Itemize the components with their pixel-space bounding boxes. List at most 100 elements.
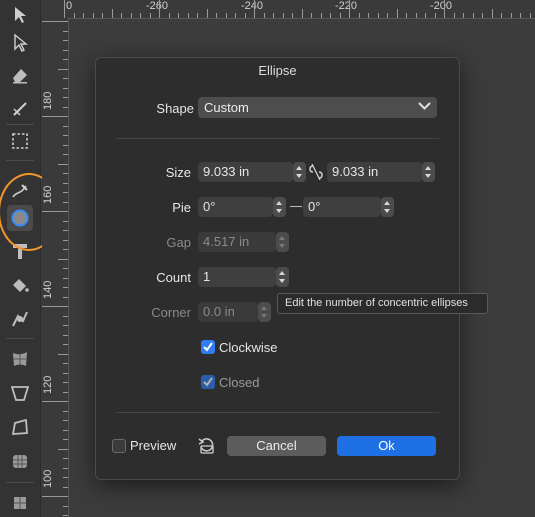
move-icon[interactable] [7,2,33,28]
pie-start-field[interactable]: 0° [198,197,273,217]
ruler-tick [472,13,474,18]
ruler-tick [63,144,68,146]
ruler-tick [63,125,68,127]
ruler-tick [463,13,464,18]
preview-checkbox[interactable] [112,439,126,453]
chevron-down-icon [418,100,431,115]
ruler-tick [168,13,170,18]
ok-button[interactable]: Ok [337,436,436,456]
clockwise-checkbox[interactable] [201,340,215,354]
ruler-tick [63,505,68,507]
node-icon[interactable] [7,30,33,56]
ruler-tick [63,182,68,184]
pie-end-field[interactable]: 0° [303,197,381,217]
ruler-tick [42,211,68,212]
ruler-tick [63,268,68,269]
ruler-tick [63,106,68,108]
ruler-tick [263,13,265,18]
ruler-tick [149,13,151,18]
ruler-tick [444,0,445,18]
ruler-tick [377,13,379,18]
ruler-tick [425,13,426,18]
ruler-tick [63,391,68,393]
fill-icon[interactable] [7,272,33,298]
section-divider [116,412,439,413]
ruler-tick [339,13,341,18]
ruler-tick [63,344,68,345]
pie-end-stepper[interactable] [381,197,394,217]
ruler-tick [63,410,68,412]
marquee-select-icon[interactable] [7,128,33,154]
closed-label: Closed [219,375,260,390]
ruler-tick [301,9,303,18]
width-field[interactable]: 9.033 in [198,162,293,182]
ruler-tick [63,420,68,421]
ruler-tick [111,9,113,18]
ruler-label: 180 [42,91,54,110]
ruler-tick [58,448,68,450]
cancel-button[interactable]: Cancel [227,436,326,456]
count-stepper[interactable] [276,267,289,287]
perspective-icon[interactable] [7,380,33,406]
ruler-tick [482,13,483,18]
crop-icon[interactable] [7,490,33,516]
ruler-tick [64,0,65,18]
ruler-tick [92,13,94,18]
mesh-warp-icon[interactable] [7,346,33,372]
ruler-tick [73,13,75,18]
shape-select[interactable]: Custom [198,97,437,118]
unlink-icon[interactable] [309,163,323,186]
ruler-tick [320,13,322,18]
ruler-tick [63,363,68,364]
count-field[interactable]: 1 [198,267,276,287]
ruler-tick [130,13,132,18]
shape-select-value: Custom [204,100,249,115]
corner-label: Corner [151,305,191,320]
gap-field[interactable]: 4.517 in [198,232,276,252]
toolbar-divider [6,160,34,161]
corner-field[interactable]: 0.0 in [198,302,258,322]
reset-icon[interactable] [198,437,216,460]
ruler-tick [63,135,68,136]
transparency-icon[interactable] [7,306,33,332]
ruler-tick [42,496,68,497]
envelope-icon[interactable] [7,414,33,440]
ruler-tick [63,429,68,431]
knife-icon[interactable] [7,96,33,122]
ruler-tick [63,87,68,89]
shape-builder-icon[interactable] [7,448,33,474]
ruler-tick [63,486,68,488]
ruler-tick [63,59,68,60]
ruler-tick [358,13,360,18]
ruler-tick [254,0,255,18]
gap-stepper[interactable] [276,232,289,252]
ruler-label: 140 [42,280,54,299]
ruler-label: -200 [430,0,453,12]
ruler-tick [415,13,417,18]
ruler-label: -260 [146,0,169,12]
ruler-label: 160 [42,185,54,204]
vertical-ruler: 180 160 140 120 100 [42,18,69,517]
ruler-tick [63,439,68,440]
eraser-icon[interactable] [7,62,33,88]
height-stepper[interactable] [422,162,435,182]
ruler-tick [349,0,350,18]
height-field[interactable]: 9.033 in [327,162,422,182]
ruler-tick [63,201,68,203]
pie-start-stepper[interactable] [273,197,286,217]
ruler-tick [42,116,68,117]
ruler-tick [83,13,84,18]
corner-stepper[interactable] [258,302,271,322]
width-stepper[interactable] [293,162,306,182]
closed-checkbox[interactable] [201,375,215,389]
ruler-tick [529,13,531,18]
ruler-tick [63,249,68,250]
ruler-tick [63,40,68,41]
ruler-tick [140,13,141,18]
ruler-tick [63,315,68,317]
ruler-label: 100 [42,469,54,488]
ruler-tick [58,353,68,355]
ruler-label: -240 [241,0,264,12]
ellipse-dialog: Ellipse Shape Custom Size 9.033 in 9.033… [95,57,460,480]
ruler-tick [159,0,160,18]
